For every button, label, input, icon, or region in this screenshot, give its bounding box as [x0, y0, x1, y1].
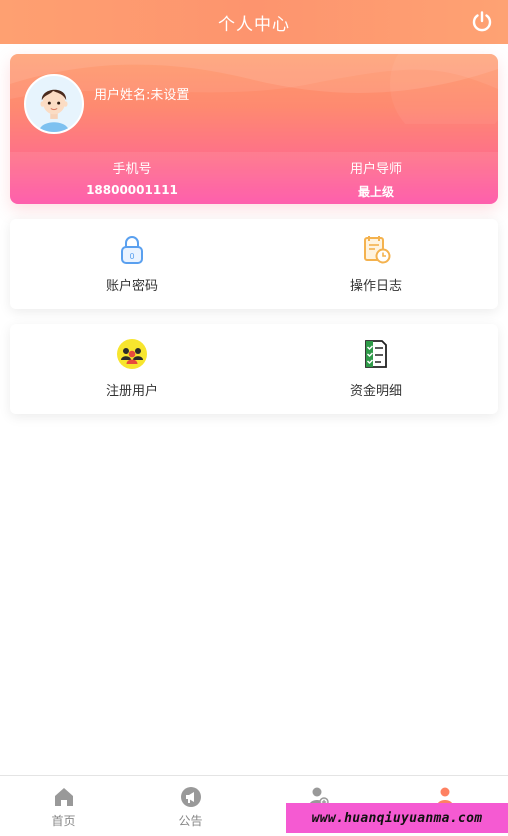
menu-label: 注册用户 [105, 384, 158, 399]
stat-value: 18800001111 [86, 183, 178, 197]
profile-card: 用户姓名:未设置 手机号 18800001111 用户导师 最上级 [10, 54, 498, 204]
profile-stats: 手机号 18800001111 用户导师 最上级 [10, 152, 498, 204]
tab-announcement[interactable]: 公告 [127, 776, 254, 836]
page: 个人中心 用户姓名:未设置 手机号 18800001111 用户导师 最上级 0… [0, 0, 508, 836]
watermark-text: www.huanqiuyuanma.com [311, 810, 483, 826]
menu-label: 账户密码 [105, 279, 158, 294]
menu-item-register-user[interactable]: 注册用户 [10, 324, 254, 414]
menu-label: 操作日志 [349, 279, 402, 294]
menu-card-account: 0 账户密码 操作日志 [10, 219, 498, 309]
menu-label: 资金明细 [349, 384, 402, 399]
header-bar: 个人中心 [0, 0, 508, 44]
stat-value: 最上级 [357, 185, 394, 199]
tab-label: 首页 [51, 814, 76, 828]
watermark-banner: www.huanqiuyuanma.com [286, 803, 508, 833]
menu-item-operation-log[interactable]: 操作日志 [254, 219, 498, 309]
stat-label: 用户导师 [349, 162, 402, 177]
tab-label: 公告 [178, 814, 203, 828]
menu-card-finance: 注册用户 资金明细 [10, 324, 498, 414]
log-clock-icon [364, 236, 391, 264]
stat-mentor: 用户导师 最上级 [254, 152, 498, 204]
tab-home[interactable]: 首页 [0, 776, 127, 836]
card-wave-decoration [10, 54, 498, 124]
stat-label: 手机号 [112, 162, 152, 177]
lock-icon: 0 [121, 236, 143, 264]
power-icon[interactable] [470, 10, 494, 34]
page-title: 个人中心 [218, 14, 290, 35]
user-name-label: 用户姓名:未设置 [94, 88, 190, 103]
users-icon [117, 339, 147, 369]
svg-text:0: 0 [129, 252, 134, 261]
avatar-boy-icon [26, 76, 82, 132]
megaphone-icon [180, 787, 201, 807]
avatar[interactable] [24, 74, 84, 134]
home-icon [54, 788, 73, 806]
checklist-icon [365, 340, 387, 368]
menu-item-password[interactable]: 0 账户密码 [10, 219, 254, 309]
menu-item-fund-details[interactable]: 资金明细 [254, 324, 498, 414]
stat-phone: 手机号 18800001111 [10, 152, 254, 204]
